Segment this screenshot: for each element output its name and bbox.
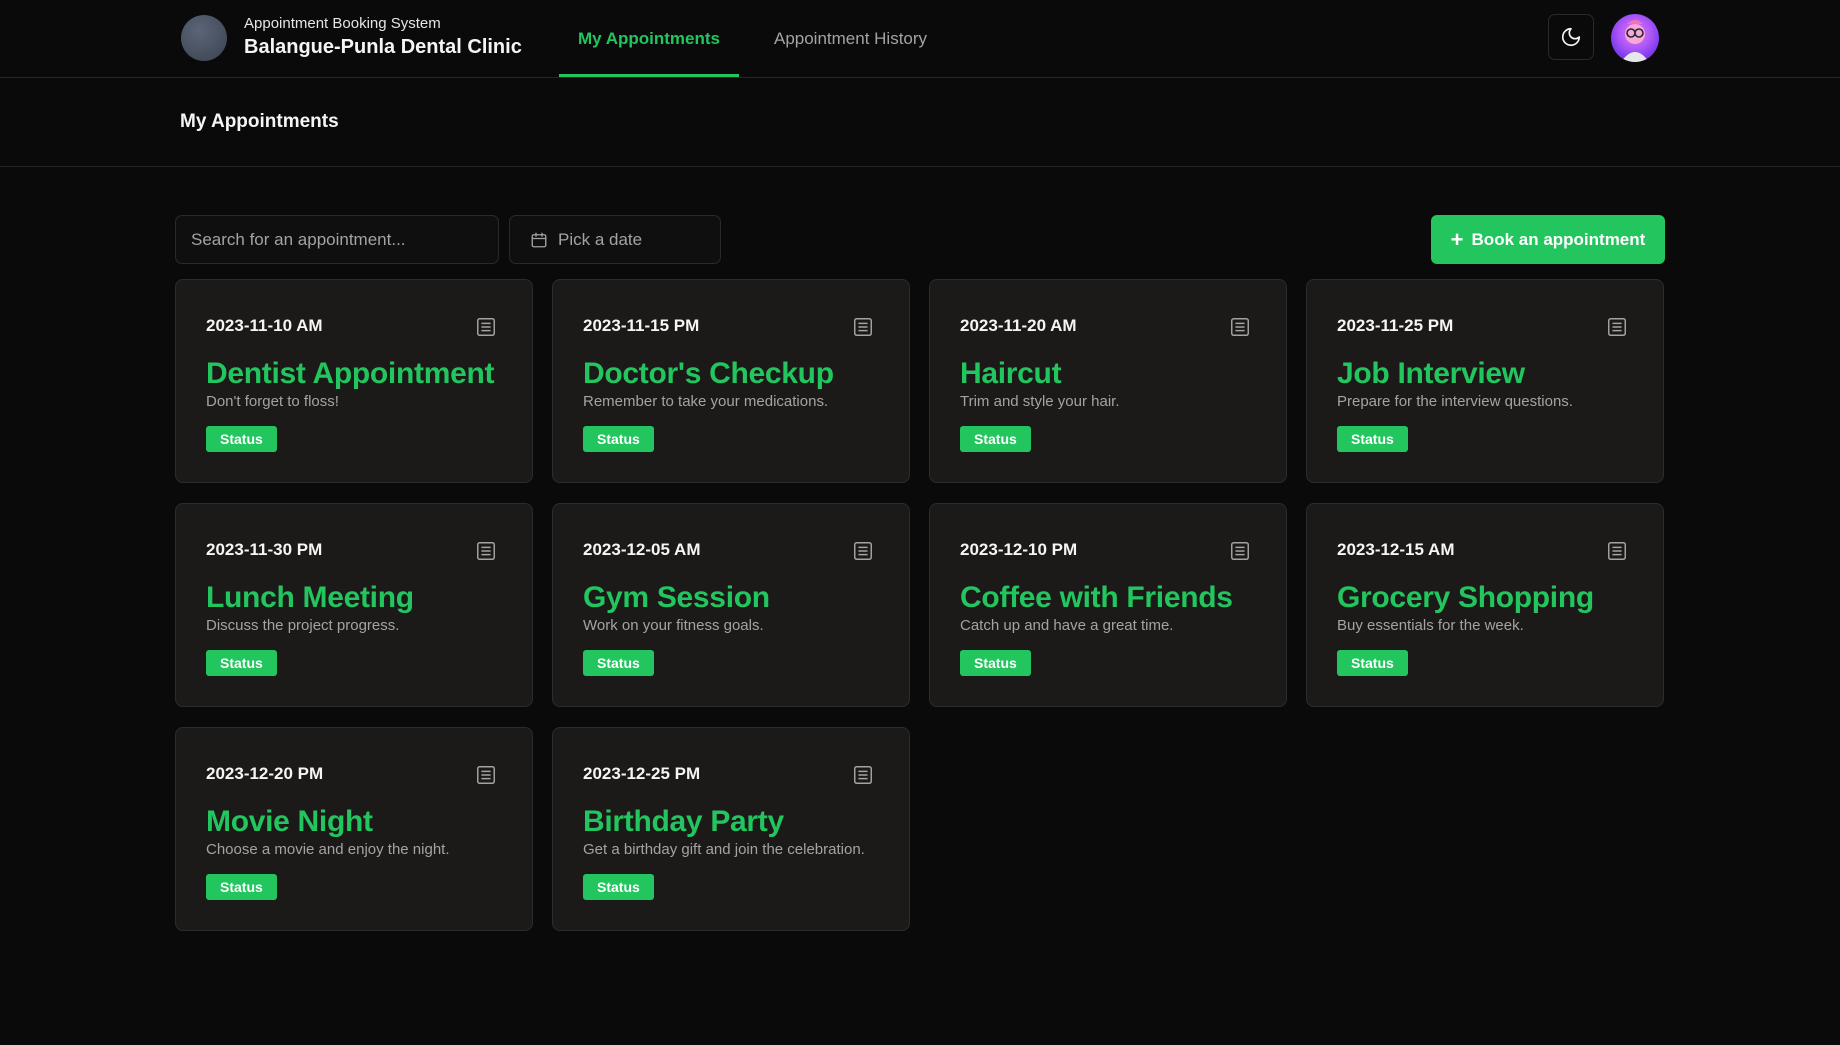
appointment-description: Get a birthday gift and join the celebra…: [583, 841, 865, 858]
status-badge: Status: [583, 874, 654, 900]
appointment-description: Discuss the project progress.: [206, 617, 400, 634]
appointment-description: Trim and style your hair.: [960, 393, 1120, 410]
search-input[interactable]: [175, 215, 499, 264]
toolbar: Pick a date + Book an appointment: [175, 215, 1665, 264]
list-details-icon[interactable]: [475, 540, 497, 562]
list-details-icon[interactable]: [1606, 540, 1628, 562]
appointment-card[interactable]: 2023-11-25 PM Job Interview Prepare for …: [1306, 279, 1664, 483]
appointment-title: Lunch Meeting: [206, 581, 414, 614]
calendar-icon: [531, 232, 547, 247]
brand-text: Appointment Booking System Balangue-Punl…: [244, 14, 522, 61]
status-badge: Status: [206, 650, 277, 676]
appointment-card[interactable]: 2023-12-15 AM Grocery Shopping Buy essen…: [1306, 503, 1664, 707]
user-avatar[interactable]: [1611, 14, 1659, 62]
status-badge: Status: [583, 650, 654, 676]
appointment-title: Movie Night: [206, 805, 373, 838]
list-details-icon[interactable]: [852, 316, 874, 338]
appointment-card[interactable]: 2023-12-20 PM Movie Night Choose a movie…: [175, 727, 533, 931]
plus-icon: +: [1450, 226, 1464, 252]
status-badge: Status: [960, 650, 1031, 676]
page-title: My Appointments: [180, 111, 339, 132]
appointment-title: Birthday Party: [583, 805, 784, 838]
appointment-card[interactable]: 2023-12-10 PM Coffee with Friends Catch …: [929, 503, 1287, 707]
appointment-description: Catch up and have a great time.: [960, 617, 1174, 634]
tab-appointment-history[interactable]: Appointment History: [755, 0, 946, 77]
list-details-icon[interactable]: [852, 540, 874, 562]
appointment-description: Choose a movie and enjoy the night.: [206, 841, 450, 858]
appointments-grid: 2023-11-10 AM Dentist Appointment Don't …: [175, 279, 1665, 931]
status-badge: Status: [1337, 426, 1408, 452]
appointment-card[interactable]: 2023-11-15 PM Doctor's Checkup Remember …: [552, 279, 910, 483]
theme-toggle-button[interactable]: [1548, 14, 1594, 60]
appointment-date: 2023-11-30 PM: [206, 540, 323, 559]
appointment-title: Haircut: [960, 357, 1062, 390]
clinic-logo: [181, 14, 227, 61]
appointment-description: Work on your fitness goals.: [583, 617, 764, 634]
moon-icon: [1561, 27, 1581, 47]
appointment-title: Job Interview: [1337, 357, 1525, 390]
status-badge: Status: [206, 874, 277, 900]
book-appointment-button[interactable]: + Book an appointment: [1431, 215, 1665, 264]
main-nav: My Appointments Appointment History: [559, 0, 962, 77]
list-details-icon[interactable]: [1229, 316, 1251, 338]
book-appointment-label: Book an appointment: [1471, 229, 1646, 249]
appointment-date: 2023-11-20 AM: [960, 316, 1077, 335]
appointment-card[interactable]: 2023-11-30 PM Lunch Meeting Discuss the …: [175, 503, 533, 707]
appointment-date: 2023-12-25 PM: [583, 764, 701, 783]
list-details-icon[interactable]: [852, 764, 874, 786]
appointment-date: 2023-11-25 PM: [1337, 316, 1454, 335]
appointment-card[interactable]: 2023-11-10 AM Dentist Appointment Don't …: [175, 279, 533, 483]
appointment-date: 2023-12-10 PM: [960, 540, 1078, 559]
appointment-date: 2023-12-20 PM: [206, 764, 324, 783]
brand[interactable]: Appointment Booking System Balangue-Punl…: [181, 14, 522, 61]
list-details-icon[interactable]: [475, 764, 497, 786]
brand-title: Balangue-Punla Dental Clinic: [244, 36, 522, 58]
appointment-card[interactable]: 2023-12-05 AM Gym Session Work on your f…: [552, 503, 910, 707]
list-details-icon[interactable]: [475, 316, 497, 338]
status-badge: Status: [1337, 650, 1408, 676]
status-badge: Status: [960, 426, 1031, 452]
appointment-title: Dentist Appointment: [206, 357, 495, 390]
appointment-title: Coffee with Friends: [960, 581, 1233, 614]
appointment-date: 2023-11-15 PM: [583, 316, 700, 335]
appointment-title: Gym Session: [583, 581, 770, 614]
status-badge: Status: [206, 426, 277, 452]
list-details-icon[interactable]: [1606, 316, 1628, 338]
status-badge: Status: [583, 426, 654, 452]
appointment-description: Remember to take your medications.: [583, 393, 829, 410]
appointment-title: Grocery Shopping: [1337, 581, 1594, 614]
list-details-icon[interactable]: [1229, 540, 1251, 562]
avatar-illustration: [1621, 20, 1649, 62]
appointment-date: 2023-12-15 AM: [1337, 540, 1455, 559]
appointment-description: Prepare for the interview questions.: [1337, 393, 1573, 410]
appointment-card[interactable]: 2023-12-25 PM Birthday Party Get a birth…: [552, 727, 910, 931]
appointment-date: 2023-12-05 AM: [583, 540, 701, 559]
tab-my-appointments[interactable]: My Appointments: [559, 0, 739, 77]
date-picker-button[interactable]: Pick a date: [509, 215, 721, 264]
page-header: My Appointments: [0, 78, 1840, 167]
date-picker-label: Pick a date: [558, 229, 643, 249]
appointment-card[interactable]: 2023-11-20 AM Haircut Trim and style you…: [929, 279, 1287, 483]
appointment-title: Doctor's Checkup: [583, 357, 834, 390]
appointment-description: Don't forget to floss!: [206, 393, 339, 410]
appointment-description: Buy essentials for the week.: [1337, 617, 1524, 634]
appointment-date: 2023-11-10 AM: [206, 316, 323, 335]
brand-subtitle: Appointment Booking System: [244, 15, 441, 32]
top-navbar: Appointment Booking System Balangue-Punl…: [0, 0, 1840, 78]
